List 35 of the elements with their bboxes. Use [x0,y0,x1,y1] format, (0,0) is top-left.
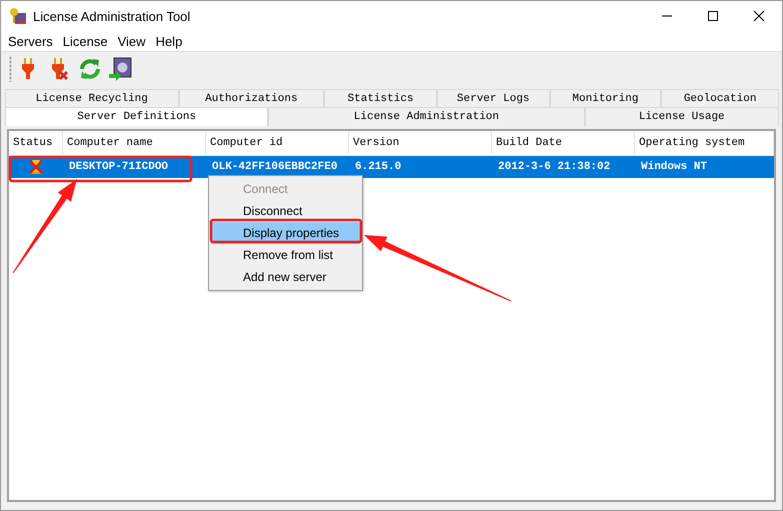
tab[interactable]: Monitoring [550,89,662,107]
table-cell-text: 2012-3-6 21:38:02 [497,160,610,175]
menu-item[interactable]: License [58,34,113,48]
close-icon[interactable] [753,10,765,22]
column-header[interactable]: Version [349,131,492,155]
column-header[interactable]: Operating system [635,131,774,155]
app-key-icon [9,7,27,25]
server-x-icon [28,159,44,175]
tab[interactable]: License Administration [268,107,584,126]
table-cell-text: Windows NT [640,160,708,175]
menu-item[interactable]: Add new server [211,266,360,288]
column-header[interactable]: Computer id [206,131,349,155]
tab[interactable]: License Recycling [5,89,179,107]
window-title: License Administration Tool [33,8,192,24]
column-header[interactable]: Computer name [63,131,206,155]
table-cell-text: OLK-42FF106EBBC2FE0 [211,160,338,175]
menu-item[interactable]: View [112,34,151,48]
column-header[interactable]: Build Date [492,131,635,155]
refresh-icon[interactable] [78,57,102,81]
tab[interactable]: License Usage [584,107,779,126]
menu-item[interactable]: Help [150,34,188,48]
table-row[interactable]: DESKTOP-71ICDOO OLK-42FF106EBBC2FE0 6.215.0 2012-3-6 21:38:02 Windows NT [9,156,774,178]
tab[interactable]: Statistics [324,89,437,107]
tab[interactable]: Server Definitions [5,107,268,126]
table-cell-text: DESKTOP-71ICDOO [68,160,168,175]
tab[interactable]: Authorizations [178,89,324,107]
maximize-icon[interactable] [707,10,719,22]
table-cell-text: 6.215.0 [354,160,402,175]
menu-item[interactable]: Disconnect [211,200,360,222]
column-header[interactable]: Status [9,131,63,155]
menu-item[interactable]: Remove from list [211,244,360,266]
tab[interactable]: Geolocation [661,89,779,107]
safe-arrow-icon[interactable] [108,57,132,81]
menu-item[interactable]: Servers [3,34,58,48]
tab[interactable]: Server Logs [436,89,550,107]
